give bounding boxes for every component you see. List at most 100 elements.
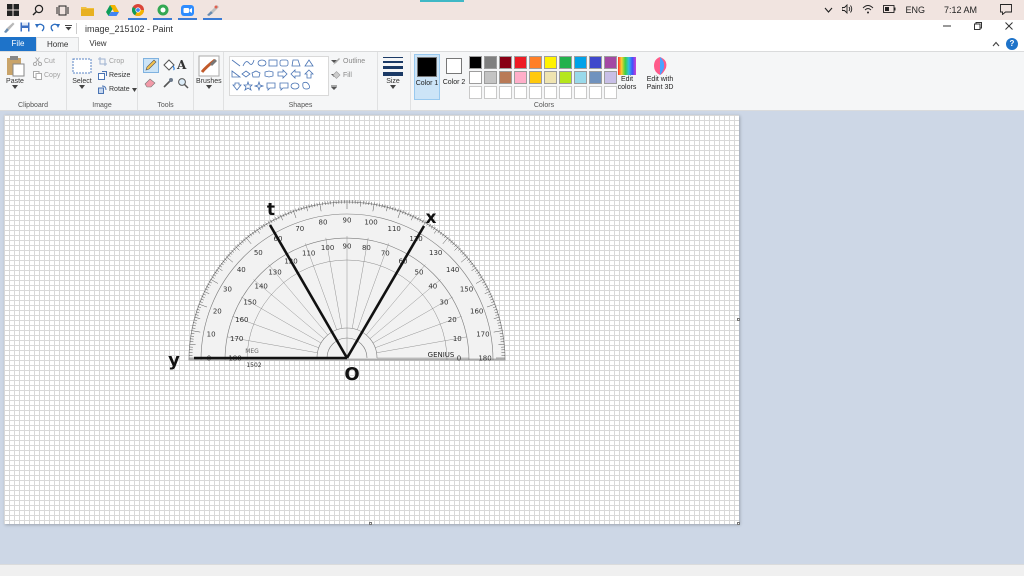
protractor-inner-number: 140 [255,283,268,291]
file-explorer-icon[interactable] [75,0,100,20]
palette-swatch[interactable] [559,56,572,69]
resize-icon [98,71,107,80]
custom-color-slot[interactable] [574,86,587,99]
help-icon[interactable]: ? [1006,38,1018,50]
language-indicator[interactable]: ENG [905,5,925,15]
custom-color-slot[interactable] [514,86,527,99]
palette-swatch[interactable] [529,56,542,69]
windows-start-icon[interactable] [0,0,25,20]
undo-icon[interactable] [35,22,45,35]
protractor-outer-number: 150 [460,286,473,294]
custom-color-slot[interactable] [529,86,542,99]
color-picker-tool[interactable] [162,77,174,92]
size-button[interactable]: Size [382,55,404,89]
shapes-gallery[interactable] [229,56,329,96]
volume-icon[interactable] [842,3,853,16]
custom-color-slot[interactable] [559,86,572,99]
collapse-ribbon-icon[interactable] [992,39,1000,50]
clipboard-group-label: Clipboard [18,102,48,109]
palette-swatch[interactable] [484,56,497,69]
resize-handle-bottom[interactable] [369,522,372,525]
custom-color-slot[interactable] [589,86,602,99]
rotate-button[interactable]: Rotate [98,85,137,94]
copy-button[interactable]: Copy [33,71,60,80]
clock[interactable]: 7:12 AM [944,5,977,15]
customize-qat-icon[interactable] [65,23,72,34]
pencil-tool[interactable] [143,58,159,73]
protractor-inner-number: 160 [235,316,248,324]
chevron-up-icon[interactable] [824,5,833,15]
color1-button[interactable]: Color 1 [414,54,440,100]
fill-tool[interactable] [162,59,175,75]
tab-home[interactable]: Home [36,37,80,51]
app-green-icon[interactable] [150,0,175,20]
palette-swatch[interactable] [589,71,602,84]
redo-icon[interactable] [50,22,60,35]
protractor-outer-number: 30 [223,286,232,294]
image-group-label: Image [92,102,112,109]
drawing-canvas[interactable]: 0010102020303040405050606070708080909010… [4,115,740,525]
text-tool-icon[interactable]: A [177,58,186,72]
save-icon[interactable] [20,22,30,35]
resize-handle-right[interactable] [737,318,740,321]
resize-handle-corner[interactable] [737,522,740,525]
magnifier-tool[interactable] [177,77,189,92]
eraser-tool[interactable] [144,77,157,91]
palette-swatch[interactable] [559,71,572,84]
tab-view[interactable]: View [79,37,116,51]
palette-swatch[interactable] [589,56,602,69]
palette-swatch[interactable] [514,71,527,84]
notifications-icon[interactable] [1000,3,1012,17]
cut-button[interactable]: Cut [33,57,55,66]
label-o: O [344,364,359,385]
palette-swatch[interactable] [499,71,512,84]
eraser-icon [144,78,156,88]
protractor-outer-number: 90 [343,217,352,225]
select-button[interactable]: Select [71,55,93,89]
palette-swatch[interactable] [499,56,512,69]
custom-color-slot[interactable] [544,86,557,99]
paint-icon[interactable] [200,0,225,20]
battery-icon[interactable] [883,5,896,15]
task-view-icon[interactable] [50,0,75,20]
edit-colors-button[interactable]: Edit colors [613,54,641,100]
tools-group: A Tools [138,52,194,110]
edit-with-paint3d-button[interactable]: Edit with Paint 3D [643,54,677,100]
custom-color-slot[interactable] [484,86,497,99]
brushes-button[interactable]: Brushes [196,55,222,89]
palette-swatch[interactable] [544,56,557,69]
search-icon[interactable] [25,0,50,20]
chrome-icon[interactable] [125,0,150,20]
minimize-button[interactable] [931,20,962,37]
custom-color-slot[interactable] [499,86,512,99]
palette-swatch[interactable] [469,56,482,69]
palette-swatch[interactable] [544,71,557,84]
paste-button[interactable]: Paste [4,55,26,89]
color2-button[interactable]: Color 2 [441,54,467,100]
palette-swatch[interactable] [574,71,587,84]
protractor-outer-number: 50 [254,249,263,257]
tab-file[interactable]: File [0,37,36,51]
resize-button[interactable]: Resize [98,71,130,80]
scissors-icon [33,57,42,66]
palette-swatch[interactable] [574,56,587,69]
palette-swatch[interactable] [514,56,527,69]
zoom-icon[interactable] [175,0,200,20]
close-button[interactable] [993,20,1024,37]
outline-icon [333,58,340,65]
paint-app-icon[interactable] [3,22,15,36]
custom-color-slot[interactable] [469,86,482,99]
protractor-inner-number: 30 [440,299,449,307]
protractor-inner-number: 90 [343,243,352,251]
crop-button[interactable]: Crop [98,57,124,66]
wifi-icon[interactable] [862,4,874,16]
outline-button[interactable]: Outline [332,57,365,66]
protractor-mark: MEG [245,348,259,355]
maximize-button[interactable] [962,20,993,37]
brushes-group: Brushes [194,52,224,110]
palette-swatch[interactable] [469,71,482,84]
google-drive-icon[interactable] [100,0,125,20]
fill-button[interactable]: Fill [332,71,352,80]
palette-swatch[interactable] [484,71,497,84]
palette-swatch[interactable] [529,71,542,84]
